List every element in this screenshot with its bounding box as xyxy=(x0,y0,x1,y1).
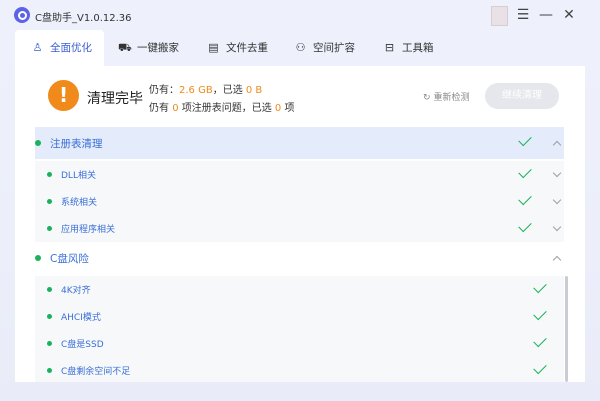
tab-one-click-move[interactable]: ⛟ 一键搬家 xyxy=(118,30,179,66)
registry-summary: 仍有 0 项注册表问题，已选 0 项 xyxy=(149,103,295,114)
chevron-up-icon[interactable] xyxy=(552,140,562,150)
tab-file-dedupe[interactable]: ▤ 文件去重 xyxy=(207,30,268,66)
check-icon xyxy=(518,132,532,147)
truck-icon: ⛟ xyxy=(118,41,132,54)
minimize-icon[interactable]: — xyxy=(538,5,554,25)
list-item[interactable]: 系统相关 xyxy=(35,188,564,215)
check-icon xyxy=(518,191,532,206)
list-item[interactable]: 4K对齐 xyxy=(35,276,564,303)
check-icon xyxy=(533,306,547,321)
broom-icon: ♙ xyxy=(32,41,43,54)
tab-bar: ♙ 全面优化 ⛟ 一键搬家 ▤ 文件去重 ⚇ 空间扩容 ⊟ 工具箱 xyxy=(15,30,585,66)
clean-status: 清理完毕 xyxy=(87,91,143,107)
group-c-drive-risk[interactable]: C盘风险 xyxy=(35,242,564,274)
menu-icon[interactable]: ☰ xyxy=(515,5,531,25)
tab-space-expand[interactable]: ⚇ 空间扩容 xyxy=(294,30,355,66)
group-registry-clean[interactable]: 注册表清理 xyxy=(35,127,564,159)
chevron-up-icon[interactable] xyxy=(552,255,562,265)
list-item[interactable]: 应用程序相关 xyxy=(35,215,564,242)
continue-clean-button[interactable]: 继续清理 xyxy=(485,83,559,109)
chevron-down-icon[interactable] xyxy=(552,222,562,232)
list-item[interactable]: DLL相关 xyxy=(35,161,564,188)
tab-full-optimize[interactable]: ♙ 全面优化 xyxy=(15,30,104,66)
app-title: C盘助手_V1.0.12.36 xyxy=(35,13,132,24)
file-icon: ▤ xyxy=(208,41,219,54)
rescan-button[interactable]: ↻ 重新检测 xyxy=(423,90,470,103)
main-panel: ! 清理完毕 仍有：2.6 GB，已选 0 B 仍有 0 项注册表问题，已选 0… xyxy=(15,66,585,382)
list-item[interactable]: C盘是SSD xyxy=(35,330,564,357)
chevron-down-icon[interactable] xyxy=(552,168,562,178)
warning-icon: ! xyxy=(48,80,79,111)
app-logo-icon xyxy=(14,7,30,23)
tab-toolbox[interactable]: ⊟ 工具箱 xyxy=(383,30,434,66)
space-summary: 仍有：2.6 GB，已选 0 B xyxy=(149,85,263,96)
avatar[interactable] xyxy=(491,6,508,26)
check-icon xyxy=(518,218,532,233)
list-item[interactable]: C盘剩余空间不足 xyxy=(35,357,564,382)
scrollbar[interactable] xyxy=(565,276,568,382)
chevron-down-icon[interactable] xyxy=(552,195,562,205)
check-icon xyxy=(533,279,547,294)
close-icon[interactable]: ✕ xyxy=(561,5,577,25)
check-icon xyxy=(533,360,547,375)
check-icon xyxy=(518,164,532,179)
expand-icon: ⚇ xyxy=(295,41,306,54)
list-item[interactable]: AHCI模式 xyxy=(35,303,564,330)
status-dot xyxy=(35,140,41,146)
check-icon xyxy=(533,333,547,348)
toolbox-icon: ⊟ xyxy=(384,41,395,54)
status-dot xyxy=(35,255,41,261)
title-bar: C盘助手_V1.0.12.36 ☰ — ✕ xyxy=(0,0,600,30)
refresh-icon: ↻ xyxy=(423,93,431,103)
